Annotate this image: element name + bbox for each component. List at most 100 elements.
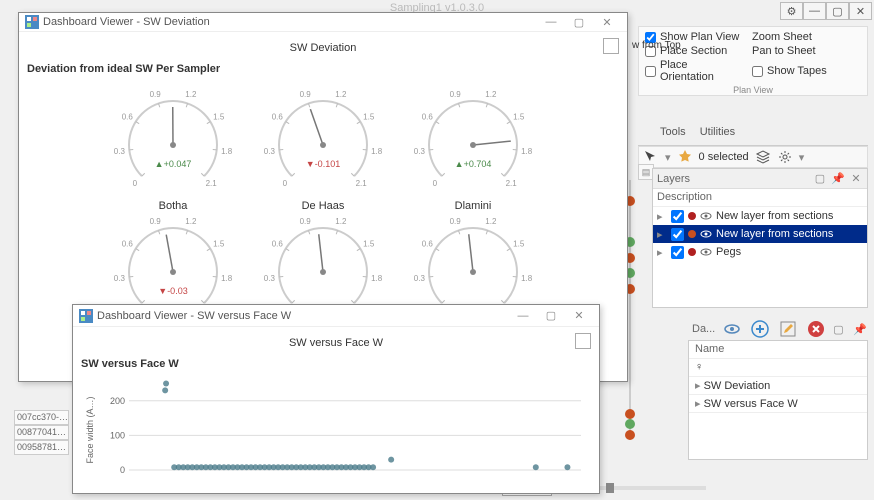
window-title: Dashboard Viewer - SW versus Face W (97, 310, 291, 322)
svg-text:200: 200 (110, 396, 125, 406)
delete-icon[interactable] (805, 318, 827, 340)
svg-text:0.9: 0.9 (150, 217, 162, 226)
svg-text:Face width (A…): Face width (A…) (85, 396, 95, 463)
layer-visible-checkbox[interactable] (671, 210, 684, 223)
svg-text:2.1: 2.1 (356, 179, 368, 188)
app-icon (79, 309, 93, 323)
cursor-icon[interactable] (643, 149, 659, 165)
layer-row[interactable]: ▸ New layer from sections (653, 225, 867, 243)
gear-icon[interactable] (777, 149, 793, 165)
svg-text:▲+0.047: ▲+0.047 (155, 159, 192, 169)
maximize-button[interactable]: ▢ (537, 307, 565, 325)
close-button[interactable]: ✕ (849, 2, 872, 20)
chevron-down-icon[interactable]: ▾ (665, 151, 671, 164)
eye-icon[interactable] (700, 228, 712, 240)
dashboards-panel: Name ♀ ▸ SW Deviation▸ SW versus Face W (688, 340, 868, 460)
layer-row[interactable]: ▸ Pegs (653, 243, 867, 261)
maximize-button[interactable]: ▢ (565, 13, 593, 31)
close-button[interactable]: ✕ (593, 13, 621, 31)
svg-text:0.6: 0.6 (272, 112, 284, 121)
eye-icon[interactable] (700, 210, 712, 222)
expand-icon[interactable]: ▸ (657, 228, 667, 241)
chevron-down-icon[interactable]: ▾ (799, 151, 805, 164)
svg-text:1.2: 1.2 (185, 90, 197, 99)
layer-label: New layer from sections (716, 210, 833, 222)
svg-text:1.5: 1.5 (213, 239, 225, 248)
svg-text:1.5: 1.5 (363, 239, 375, 248)
dash-item[interactable]: ▸ SW versus Face W (689, 395, 867, 413)
eye-icon[interactable] (721, 318, 743, 340)
layer-label: Pegs (716, 246, 741, 258)
svg-text:1.5: 1.5 (363, 112, 375, 121)
dashboard-actions: Da... ▢ 📌 ✕ (692, 318, 874, 340)
expand-icon[interactable]: ▸ (695, 398, 701, 410)
expand-icon[interactable]: ▸ (657, 246, 667, 259)
export-icon[interactable] (575, 333, 591, 349)
svg-text:1.8: 1.8 (371, 274, 383, 283)
layers-panel-title: Layers (657, 173, 809, 185)
right-tabs: Tools Utilities (638, 126, 868, 146)
ribbon-group-label: Plan View (645, 85, 861, 95)
panel-dock-icon[interactable]: ▢ (813, 172, 827, 186)
view-from-top-partial[interactable]: w from Top (632, 40, 681, 51)
main-window-controls: ⚙ — ▢ ✕ (780, 2, 872, 20)
svg-text:1.2: 1.2 (185, 217, 197, 226)
panel-dock-icon[interactable]: ▢ (833, 323, 847, 336)
edit-icon[interactable] (777, 318, 799, 340)
dash-item[interactable]: ▸ SW Deviation (689, 377, 867, 395)
svg-text:0: 0 (120, 465, 125, 475)
chart-title: SW versus Face W (73, 327, 599, 354)
layer-visible-checkbox[interactable] (671, 246, 684, 259)
window-sw-vs-facew: Dashboard Viewer - SW versus Face W — ▢ … (72, 304, 600, 494)
panel-close-icon[interactable]: ✕ (849, 172, 863, 186)
svg-text:0.6: 0.6 (122, 112, 134, 121)
export-icon[interactable] (603, 38, 619, 54)
svg-text:0.3: 0.3 (114, 147, 126, 156)
gauge: 00.30.60.91.21.51.82.1 ▲+0.704 Dlamini (413, 85, 533, 212)
svg-text:0.6: 0.6 (272, 239, 284, 248)
dash-filter-row[interactable]: ♀ (689, 359, 867, 377)
svg-text:0.6: 0.6 (422, 239, 434, 248)
svg-text:0.3: 0.3 (264, 274, 276, 283)
svg-text:1.2: 1.2 (485, 90, 497, 99)
svg-text:1.8: 1.8 (221, 274, 233, 283)
filter-icon: ♀ (695, 361, 703, 373)
add-icon[interactable] (749, 318, 771, 340)
panel-pin-icon[interactable]: 📌 (853, 323, 867, 336)
tab-utilities[interactable]: Utilities (700, 126, 735, 145)
pan-to-sheet-link[interactable]: Pan to Sheet (752, 45, 847, 57)
svg-text:0.9: 0.9 (300, 90, 312, 99)
star-icon[interactable] (677, 149, 693, 165)
svg-text:0: 0 (283, 179, 288, 188)
layer-label: New layer from sections (716, 228, 833, 240)
titlebar[interactable]: Dashboard Viewer - SW versus Face W — ▢ … (73, 305, 599, 327)
layers-stack-icon[interactable] (755, 149, 771, 165)
titlebar[interactable]: Dashboard Viewer - SW Deviation — ▢ ✕ (19, 13, 627, 32)
svg-text:1.2: 1.2 (485, 217, 497, 226)
svg-text:1.2: 1.2 (335, 90, 347, 99)
settings-icon[interactable]: ⚙ (780, 2, 803, 20)
tab-tools[interactable]: Tools (660, 126, 686, 145)
zoom-sheet-link[interactable]: Zoom Sheet (752, 31, 847, 43)
svg-text:2.1: 2.1 (206, 179, 218, 188)
expand-icon[interactable]: ▸ (695, 380, 701, 392)
minimize-button[interactable]: — (537, 13, 565, 31)
panel-pin-icon[interactable]: 📌 (831, 172, 845, 186)
maximize-button[interactable]: ▢ (826, 2, 849, 20)
chk-place-orientation[interactable]: Place Orientation (645, 59, 740, 83)
layer-swatch (688, 248, 696, 256)
expand-icon[interactable]: ▸ (657, 210, 667, 223)
close-button[interactable]: ✕ (565, 307, 593, 325)
chart-subtitle: SW versus Face W (73, 354, 599, 370)
layer-visible-checkbox[interactable] (671, 228, 684, 241)
svg-text:1.8: 1.8 (371, 147, 383, 156)
svg-text:0: 0 (433, 179, 438, 188)
svg-text:0.6: 0.6 (122, 239, 134, 248)
svg-text:0: 0 (133, 179, 138, 188)
minimize-button[interactable]: — (803, 2, 826, 20)
chk-show-tapes[interactable]: Show Tapes (752, 59, 847, 83)
eye-icon[interactable] (700, 246, 712, 258)
chart-title: SW Deviation (19, 32, 627, 59)
layer-row[interactable]: ▸ New layer from sections (653, 207, 867, 225)
minimize-button[interactable]: — (509, 307, 537, 325)
